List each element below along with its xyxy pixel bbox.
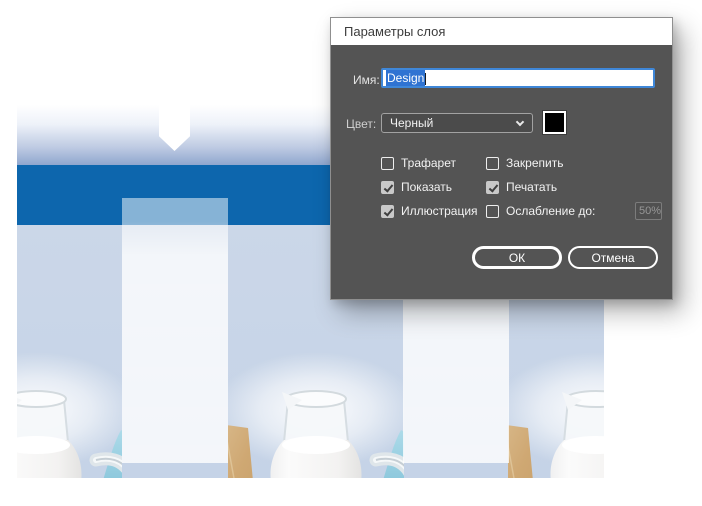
checkbox-template[interactable]: Трафарет — [381, 156, 456, 170]
layer-options-dialog: Параметры слоя Имя: Design Цвет: Черный … — [330, 17, 673, 300]
checkbox-icon — [486, 204, 499, 218]
checkbox-lock[interactable]: Закрепить — [486, 156, 563, 170]
layer-color-value: Черный — [390, 116, 434, 130]
color-label: Цвет: — [346, 117, 377, 131]
translucent-panel-left — [122, 198, 228, 463]
milk-jug-photo-right — [508, 348, 604, 478]
checkbox-print[interactable]: Печатать — [486, 180, 557, 194]
dialog-titlebar[interactable]: Параметры слоя — [331, 18, 672, 45]
checkbox-icon — [381, 180, 394, 194]
selected-text: Design — [386, 70, 426, 86]
dialog-title: Параметры слоя — [344, 24, 446, 39]
checkbox-icon — [381, 156, 394, 170]
milk-jug-photo-middle — [228, 348, 404, 478]
checkbox-show[interactable]: Показать — [381, 180, 452, 194]
application-workspace: Параметры слоя Имя: Design Цвет: Черный … — [0, 0, 702, 506]
layer-name-input[interactable]: Design — [381, 68, 655, 88]
checkbox-dim-images[interactable]: Ослабление до: — [486, 204, 595, 218]
cancel-button[interactable]: Отмена — [568, 246, 658, 269]
checkbox-icon — [486, 156, 499, 170]
ok-button[interactable]: ОК — [472, 246, 562, 269]
checkbox-icon — [486, 180, 499, 194]
chevron-down-icon — [515, 117, 525, 127]
layer-color-dropdown[interactable]: Черный — [381, 113, 533, 133]
name-label: Имя: — [353, 73, 380, 87]
milk-jug-photo-left — [17, 348, 122, 478]
dim-percentage-input[interactable]: 50% — [635, 202, 662, 220]
color-swatch[interactable] — [542, 110, 567, 135]
checkbox-preview[interactable]: Иллюстрация — [381, 204, 478, 218]
checkbox-icon — [381, 204, 394, 218]
text-caret — [425, 72, 427, 85]
